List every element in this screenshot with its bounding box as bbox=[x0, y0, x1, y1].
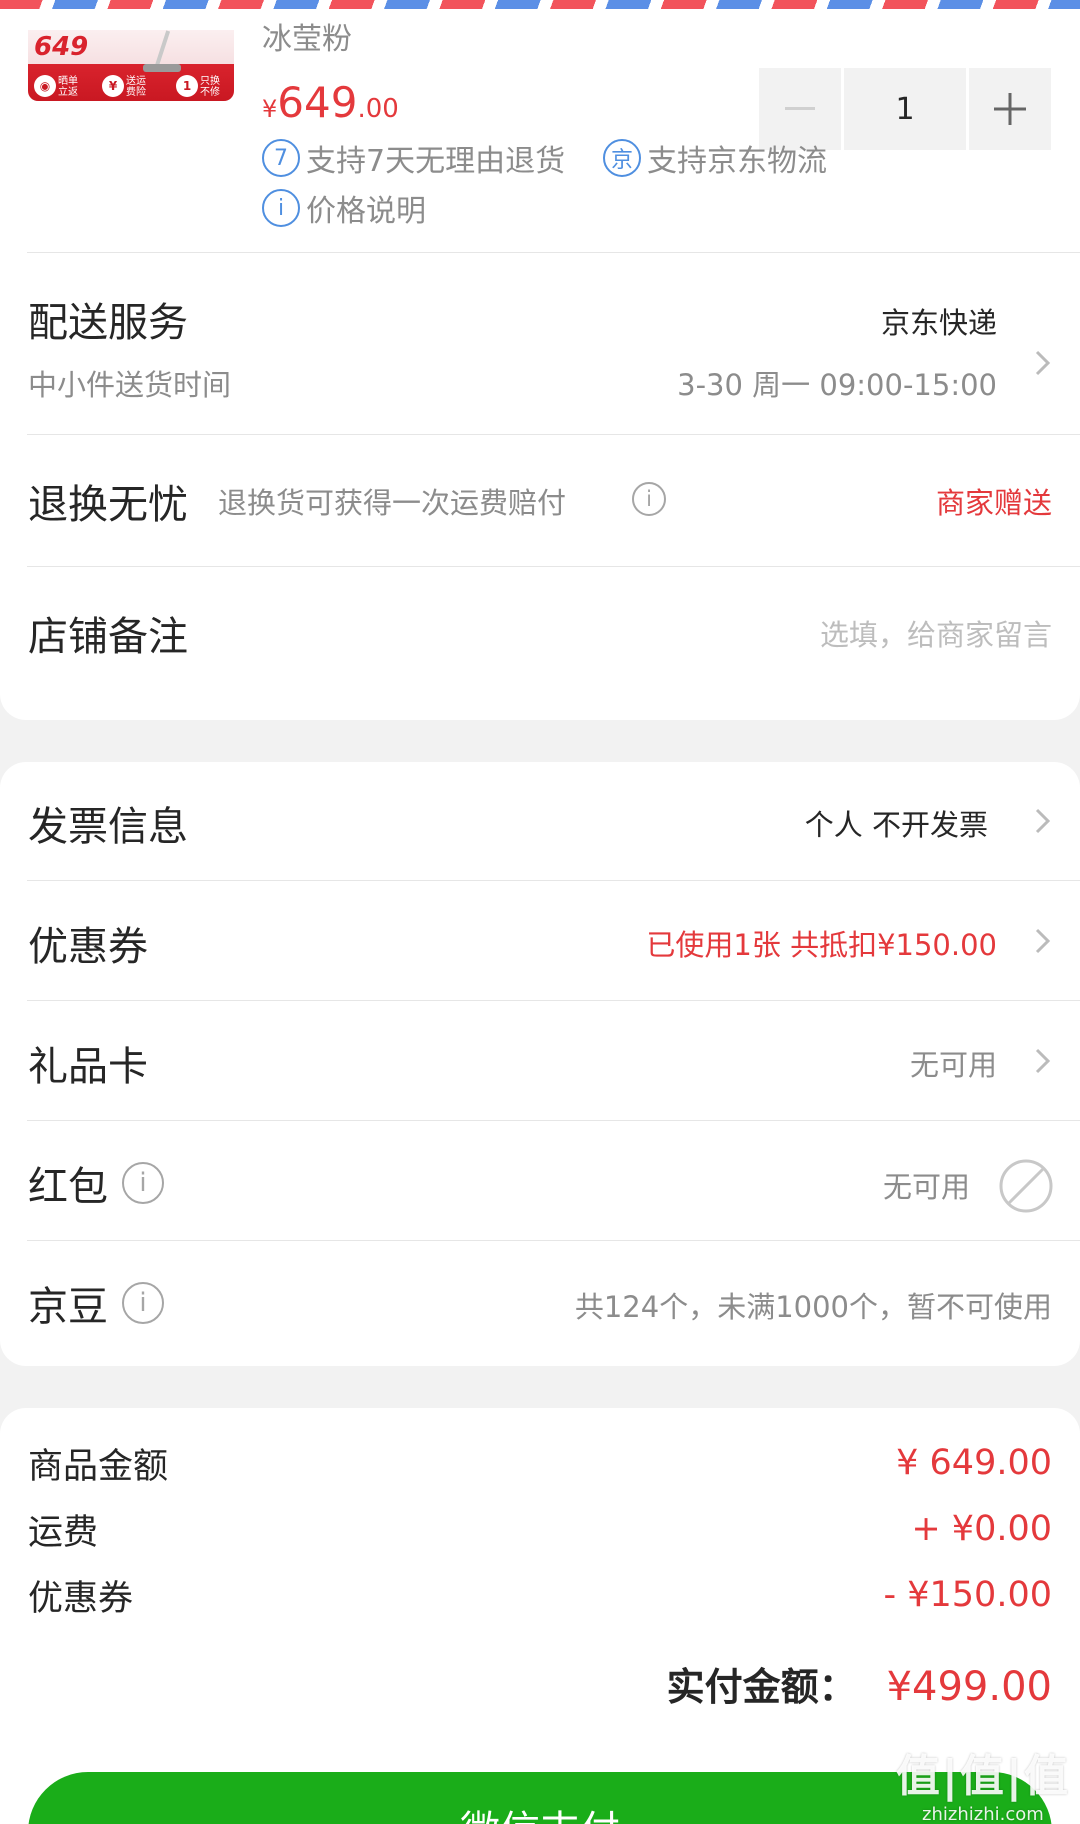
minus-icon bbox=[785, 107, 815, 110]
jingdou-value: 共124个，未满1000个，暂不可使用 bbox=[574, 1290, 1052, 1324]
chevron-right-icon bbox=[1035, 1048, 1051, 1074]
delivery-subtitle: 中小件送货时间 bbox=[28, 368, 232, 402]
product-thumbnail[interactable]: 649 ◉ 晒单 立返 ¥ 送运 费险 1 只换 不修 bbox=[28, 30, 234, 101]
thumb-badge-1: 晒单 立返 bbox=[58, 76, 78, 98]
divider bbox=[27, 434, 1080, 435]
coupon-title: 优惠券 bbox=[28, 924, 148, 970]
store-note-input[interactable]: 选填，给商家留言 bbox=[820, 612, 1052, 654]
thumb-price: 649 bbox=[34, 32, 89, 62]
disabled-icon bbox=[999, 1159, 1053, 1213]
jingdou-title: 京豆 bbox=[28, 1284, 108, 1330]
delivery-title: 配送服务 bbox=[28, 300, 188, 346]
divider bbox=[27, 1240, 1080, 1241]
chevron-right-icon bbox=[1035, 928, 1051, 954]
delivery-time: 3-30 周一 09:00-15:00 bbox=[677, 368, 997, 402]
airmail-border bbox=[0, 0, 1080, 9]
red-packet-title: 红包 bbox=[28, 1164, 108, 1210]
total-label: 实付金额： bbox=[666, 1665, 857, 1709]
total-amount: 实付金额： ¥499.00 bbox=[667, 1656, 1052, 1711]
plus-icon bbox=[994, 93, 1026, 125]
invoice-title: 发票信息 bbox=[28, 804, 188, 850]
gift-card-value: 无可用 bbox=[909, 1048, 997, 1082]
price-explanation-link[interactable]: i 价格说明 bbox=[262, 186, 426, 230]
watermark-logo: 值|值|值 bbox=[895, 1751, 1070, 1802]
divider bbox=[27, 1000, 1080, 1001]
jd-logistics-icon: 京 bbox=[603, 139, 641, 177]
delivery-carrier: 京东快递 bbox=[880, 306, 997, 340]
info-icon: i bbox=[262, 189, 300, 227]
gift-card-title: 礼品卡 bbox=[28, 1044, 148, 1090]
order-item-card: 649 ◉ 晒单 立返 ¥ 送运 费险 1 只换 不修 冰莹粉 ¥649.00 1 7… bbox=[0, 0, 1080, 720]
service-7day-return[interactable]: 7 支持7天无理由退货 bbox=[262, 136, 565, 180]
vacuum-head-graphic bbox=[143, 64, 181, 72]
watermark: 值|值|值 zhizhizhi.com bbox=[896, 1740, 1070, 1824]
watermark-site: zhizhizhi.com bbox=[922, 1804, 1044, 1824]
chevron-right-icon bbox=[1035, 350, 1051, 376]
thumb-badge-2: 送运 费险 bbox=[126, 76, 146, 98]
summary-row-shipping: 运费 + ¥0.00 bbox=[28, 1509, 1052, 1553]
quantity-field[interactable]: 1 bbox=[844, 68, 966, 150]
info-icon[interactable]: i bbox=[122, 1282, 164, 1324]
summary-row-coupon: 优惠券 - ¥150.00 bbox=[28, 1575, 1052, 1619]
store-note-title: 店铺备注 bbox=[28, 614, 188, 660]
return-desc: 退换货可获得一次运费赔付 bbox=[218, 486, 567, 520]
info-icon[interactable]: i bbox=[122, 1162, 164, 1204]
coupon-value: 已使用1张 共抵扣¥150.00 bbox=[646, 928, 997, 962]
shipping-badge-icon: ¥ bbox=[102, 75, 124, 97]
divider bbox=[27, 252, 1080, 253]
warranty-badge-icon: 1 bbox=[176, 75, 198, 97]
product-variant: 冰莹粉 bbox=[262, 22, 352, 57]
summary-row-goods: 商品金额 ¥ 649.00 bbox=[28, 1443, 1052, 1487]
divider bbox=[27, 880, 1080, 881]
jingdou-title-wrap: 京豆 i bbox=[28, 1274, 164, 1332]
divider bbox=[27, 1120, 1080, 1121]
return-title: 退换无忧 bbox=[28, 482, 188, 528]
chevron-right-icon bbox=[1035, 808, 1051, 834]
red-packet-title-wrap: 红包 i bbox=[28, 1154, 164, 1212]
review-badge-icon: ◉ bbox=[34, 75, 56, 97]
red-packet-value: 无可用 bbox=[882, 1170, 970, 1204]
seven-day-icon: 7 bbox=[262, 139, 300, 177]
thumb-badge-3: 只换 不修 bbox=[200, 76, 220, 98]
total-value: ¥499.00 bbox=[886, 1664, 1052, 1710]
increase-quantity-button[interactable] bbox=[969, 68, 1051, 150]
payment-options-card: 发票信息 个人 不开发票 优惠券 已使用1张 共抵扣¥150.00 礼品卡 无可… bbox=[0, 762, 1080, 1366]
return-value: 商家赠送 bbox=[935, 486, 1052, 520]
info-icon[interactable]: i bbox=[632, 482, 666, 516]
service-jd-logistics[interactable]: 京 支持京东物流 bbox=[603, 136, 827, 180]
invoice-value: 个人 不开发票 bbox=[804, 808, 988, 842]
divider bbox=[27, 566, 1080, 567]
product-price: ¥649.00 bbox=[262, 78, 399, 127]
